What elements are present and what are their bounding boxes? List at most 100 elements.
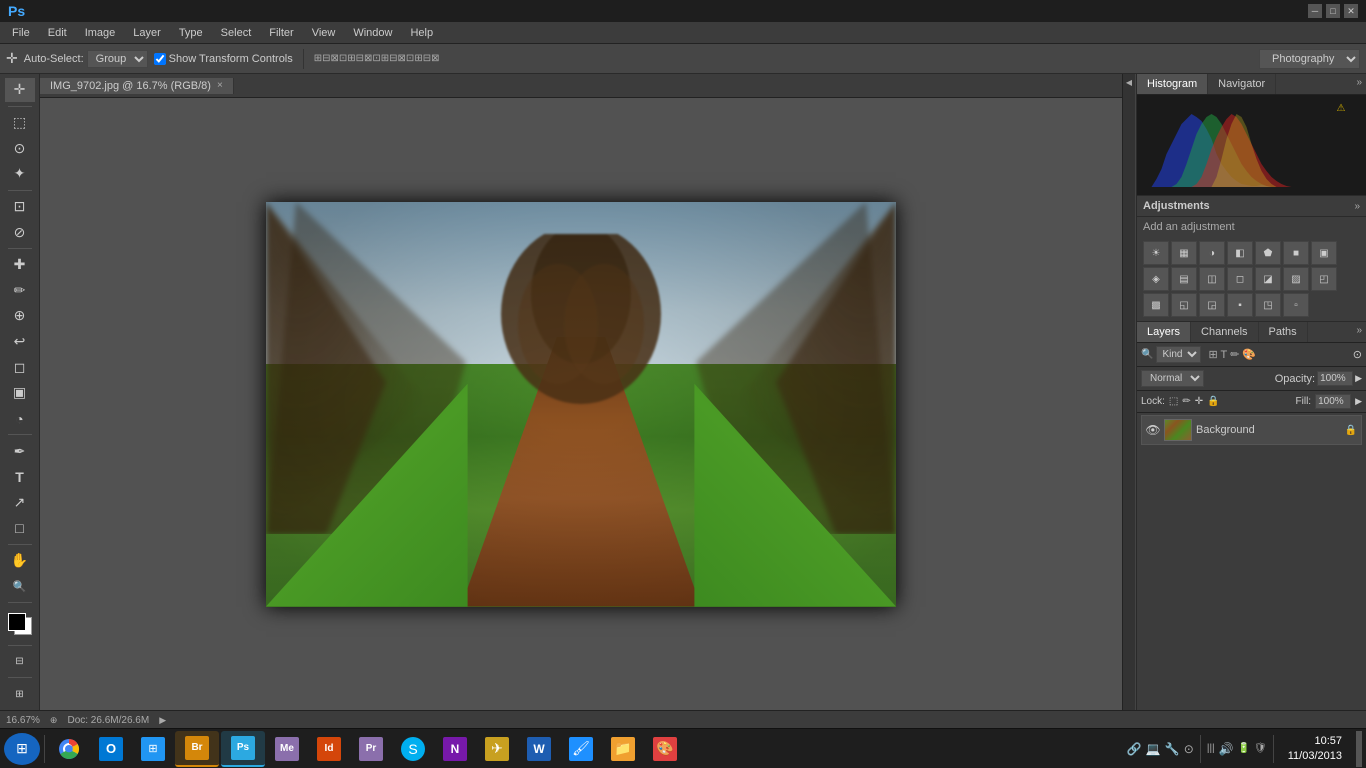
menu-edit[interactable]: Edit [40,25,75,41]
document-tab-close[interactable]: × [217,80,223,91]
settings-icon[interactable]: 🔧 [1165,742,1180,756]
menu-help[interactable]: Help [402,25,441,41]
lock-pixels-icon[interactable]: ✏ [1182,396,1190,407]
adj8[interactable]: ▪ [1227,293,1253,317]
volume-icon[interactable]: 🔊 [1219,742,1234,756]
menu-layer[interactable]: Layer [125,25,169,41]
menu-file[interactable]: File [4,25,38,41]
show-desktop-button[interactable] [1356,731,1362,767]
magic-wand-tool[interactable]: ✦ [5,162,35,186]
layers-expand-icon[interactable]: » [1352,322,1366,342]
workspace-dropdown[interactable]: Photography [1259,49,1360,69]
eraser-tool[interactable]: ◻ [5,355,35,379]
foreground-background-color[interactable] [6,611,34,637]
eyedropper-tool[interactable]: ⊘ [5,220,35,244]
show-transform-checkbox[interactable] [154,53,166,65]
channels-tab[interactable]: Channels [1191,322,1258,342]
fill-arrow[interactable]: ▶ [1355,396,1362,407]
adj10[interactable]: ▫ [1283,293,1309,317]
adj9[interactable]: ◳ [1255,293,1281,317]
move-tool[interactable]: ✛ [5,78,35,102]
channel-mixer-button[interactable]: ◫ [1199,267,1225,291]
brightness-contrast-button[interactable]: ☀ [1143,241,1169,265]
menu-image[interactable]: Image [77,25,124,41]
photoshop-taskbar-btn[interactable]: Ps [221,731,265,767]
update-icon[interactable]: ⊙ [1184,742,1194,756]
posterize-button[interactable]: ▨ [1283,267,1309,291]
bridge-taskbar-btn[interactable]: Br [175,731,219,767]
lock-transparent-icon[interactable]: ⬚ [1169,396,1178,407]
colors-taskbar-btn[interactable]: 🎨 [645,731,685,767]
media-icon[interactable]: 💻 [1146,742,1161,756]
pen-tool[interactable]: ✒ [5,439,35,463]
threshold-button[interactable]: ◰ [1311,267,1337,291]
minimize-button[interactable]: ─ [1308,4,1322,18]
indesign-taskbar-btn[interactable]: Id [309,731,349,767]
history-brush-tool[interactable]: ↩ [5,330,35,354]
explorer-taskbar-btn[interactable]: 📁 [603,731,643,767]
opacity-arrow[interactable]: ▶ [1355,373,1362,384]
blend-mode-dropdown[interactable]: Normal [1141,370,1204,387]
shape-tool[interactable]: □ [5,516,35,540]
onenote-taskbar-btn[interactable]: N [435,731,475,767]
lasso-tool[interactable]: ⊙ [5,136,35,160]
color-balance-button[interactable]: ▣ [1311,241,1337,265]
quick-mask-button[interactable]: ⊟ [5,650,35,674]
crop-tool[interactable]: ⊡ [5,195,35,219]
fill-input[interactable] [1315,394,1351,409]
maximize-button[interactable]: □ [1326,4,1340,18]
spot-healing-tool[interactable]: ✚ [5,253,35,277]
rectangular-marquee-tool[interactable]: ⬚ [5,111,35,135]
widget-taskbar-btn[interactable]: ⊞ [133,731,173,767]
layer-visibility-toggle[interactable]: 👁 [1146,423,1160,437]
curves-button[interactable]: ◑ [1199,241,1225,265]
panel-collapse-bar[interactable]: ◀ [1122,74,1136,710]
type-tool[interactable]: T [5,465,35,489]
clone-stamp-tool[interactable]: ⊕ [5,304,35,328]
canvas-content[interactable] [40,98,1122,710]
show-transform-label[interactable]: Show Transform Controls [154,53,293,65]
gradient-map-button[interactable]: ▩ [1143,293,1169,317]
levels-button[interactable]: ▦ [1171,241,1197,265]
media-encoder-taskbar-btn[interactable]: Me [267,731,307,767]
word-taskbar-btn[interactable]: W [519,731,559,767]
menu-filter[interactable]: Filter [261,25,301,41]
bw-button[interactable]: ◈ [1143,267,1169,291]
notification-icon[interactable]: 🔗 [1127,742,1142,756]
chrome-taskbar-btn[interactable] [49,731,89,767]
dodge-tool[interactable]: ◔ [5,407,35,431]
opacity-input[interactable] [1317,371,1353,386]
paths-tab[interactable]: Paths [1259,322,1308,342]
exposure-button[interactable]: ◧ [1227,241,1253,265]
arrow-icon[interactable]: ▶ [159,715,166,726]
gradient-tool[interactable]: ▣ [5,381,35,405]
hand-tool[interactable]: ✋ [5,549,35,573]
maps-taskbar-btn[interactable]: ✈ [477,731,517,767]
kind-dropdown[interactable]: Kind [1156,346,1201,363]
toggle-filter-button[interactable]: ⊙ [1353,348,1362,361]
lock-all-icon[interactable]: 🔒 [1207,396,1219,407]
invert-button[interactable]: ◪ [1255,267,1281,291]
selective-color-button[interactable]: ◱ [1171,293,1197,317]
photo-filter-button[interactable]: ▤ [1171,267,1197,291]
foreground-color[interactable] [8,613,26,631]
color-lookup-button[interactable]: ◻ [1227,267,1253,291]
premiere-taskbar-btn[interactable]: Pr [351,731,391,767]
screen-mode-button[interactable]: ⊞ [5,682,35,706]
close-button[interactable]: ✕ [1344,4,1358,18]
histogram-tab[interactable]: Histogram [1137,74,1208,94]
path-selection-tool[interactable]: ↗ [5,491,35,515]
start-button[interactable]: ⊞ [4,733,40,765]
zoom-tool[interactable]: 🔍 [5,575,35,599]
document-tab[interactable]: IMG_9702.jpg @ 16.7% (RGB/8) × [40,78,234,94]
hsl-button[interactable]: ■ [1283,241,1309,265]
navigator-tab[interactable]: Navigator [1208,74,1276,94]
skype-taskbar-btn[interactable]: S [393,731,433,767]
paint-taskbar-btn[interactable]: 🖌 [561,731,601,767]
adjustments-expand[interactable]: » [1354,201,1360,212]
menu-select[interactable]: Select [213,25,260,41]
lock-position-icon[interactable]: ✛ [1195,396,1203,407]
auto-select-dropdown[interactable]: Group [87,50,148,68]
menu-window[interactable]: Window [345,25,400,41]
adj7[interactable]: ◲ [1199,293,1225,317]
